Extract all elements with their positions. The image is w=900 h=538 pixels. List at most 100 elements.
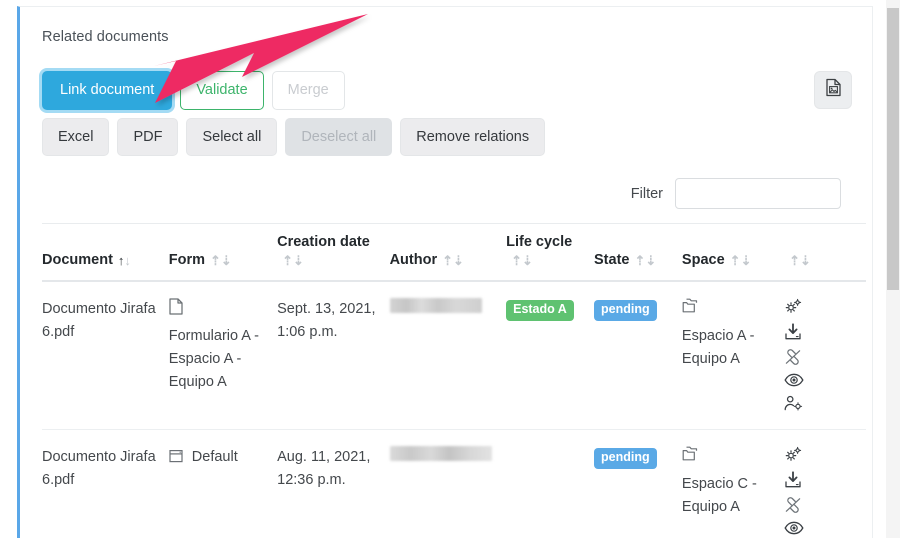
cell-author <box>389 281 507 431</box>
unlink-icon[interactable] <box>784 349 802 366</box>
export-report-button[interactable] <box>814 71 852 109</box>
eye-icon[interactable] <box>784 521 804 535</box>
sort-toggle-state[interactable]: ⇡⇣ <box>634 253 656 269</box>
cell-form: Formulario A - Espacio A - Equipo A <box>168 281 278 431</box>
column-label-space: Space <box>681 251 725 268</box>
validate-button[interactable]: Validate <box>180 71 264 110</box>
cell-space: Espacio C - Equipo A <box>681 429 785 538</box>
column-header-actions[interactable]: ⇡⇣ <box>784 223 866 283</box>
sort-asc-icon: ⇡ <box>789 252 801 268</box>
sort-asc-icon: ⇡ <box>729 252 741 268</box>
page-title: Related documents <box>42 29 169 45</box>
row-actions <box>784 298 860 411</box>
sort-asc-icon: ⇡ <box>210 252 221 268</box>
cell-life-cycle: Estado A <box>506 281 595 431</box>
sort-asc-icon: ⇡ <box>634 252 646 268</box>
filter-input[interactable] <box>675 178 841 209</box>
download-icon[interactable] <box>784 471 802 489</box>
link-document-button[interactable]: Link document <box>42 71 173 110</box>
space-label: Espacio C - Equipo A <box>681 476 757 516</box>
unlink-icon[interactable] <box>784 497 802 514</box>
sort-toggle-author[interactable]: ⇡⇣ <box>442 253 464 269</box>
cell-creation-date: Aug. 11, 2021, 12:36 p.m. <box>277 429 390 538</box>
cell-author <box>389 429 507 538</box>
merge-button: Merge <box>271 71 345 110</box>
select-all-button[interactable]: Select all <box>186 117 278 156</box>
pdf-button[interactable]: PDF <box>117 117 179 156</box>
column-label-creation-date: Creation date <box>277 234 370 250</box>
cell-document[interactable]: Documento Jirafa 6.pdf <box>42 281 169 431</box>
gears-icon[interactable] <box>784 298 803 315</box>
download-icon[interactable] <box>784 323 802 341</box>
screenshot-root: Related documents Link document Validate… <box>0 0 900 538</box>
cell-form: Default <box>168 429 278 538</box>
vertical-scrollbar-thumb[interactable] <box>887 8 899 290</box>
related-documents-panel: Related documents Link document Validate… <box>17 6 873 538</box>
sort-desc-icon: ⇣ <box>293 252 304 268</box>
form-label: Formulario A - Espacio A - Equipo A <box>168 328 260 391</box>
sort-toggle-document[interactable]: ↑↓ <box>118 253 131 269</box>
eye-icon[interactable] <box>784 373 804 387</box>
cell-state: pending <box>594 281 682 431</box>
table-row[interactable]: Documento Jirafa 6.pdf Formulario A - Es… <box>42 281 866 431</box>
sort-toggle-actions[interactable]: ⇡⇣ <box>789 253 811 269</box>
space-label: Espacio A - Equipo A <box>681 328 755 368</box>
user-settings-icon[interactable] <box>784 395 803 411</box>
sort-toggle-creation-date[interactable]: ⇡⇣ <box>282 253 304 269</box>
file-icon <box>169 298 271 323</box>
cell-actions <box>784 281 866 431</box>
sort-toggle-form[interactable]: ⇡⇣ <box>210 253 232 269</box>
column-header-creation-date[interactable]: Creation date ⇡⇣ <box>277 223 390 283</box>
column-label-life-cycle: Life cycle <box>506 234 573 250</box>
column-label-state: State <box>594 251 630 268</box>
sort-desc-icon: ⇣ <box>522 252 533 268</box>
sort-desc-icon: ⇣ <box>800 252 811 268</box>
table-header-row: Document ↑↓ Form ⇡⇣ Creation date⇡⇣ Author… <box>42 223 866 283</box>
table-row[interactable]: Documento Jirafa 6.pdf Default Aug. 11, … <box>42 429 866 538</box>
related-documents-table: Document ↑↓ Form ⇡⇣ Creation date⇡⇣ Author… <box>42 223 866 538</box>
remove-relations-button[interactable]: Remove relations <box>400 117 546 156</box>
sort-toggle-space[interactable]: ⇡⇣ <box>730 253 752 269</box>
column-label-form: Form <box>168 251 206 268</box>
column-header-space[interactable]: Space ⇡⇣ <box>681 223 785 283</box>
folder-icon <box>682 298 778 322</box>
form-label: Default <box>191 449 238 466</box>
table-body: Documento Jirafa 6.pdf Formulario A - Es… <box>42 281 866 538</box>
column-header-life-cycle[interactable]: Life cycle ⇡⇣ <box>506 223 595 283</box>
sort-desc-icon: ⇣ <box>645 252 657 268</box>
sort-desc-icon: ⇣ <box>220 252 232 268</box>
status-badge-state: pending <box>594 300 657 321</box>
template-icon <box>169 448 183 471</box>
column-header-form[interactable]: Form ⇡⇣ <box>168 223 278 283</box>
cell-life-cycle <box>506 429 595 538</box>
column-label-document: Document <box>42 251 113 268</box>
column-label-author: Author <box>389 251 438 268</box>
folder-icon <box>682 446 778 470</box>
deselect-all-button: Deselect all <box>285 117 393 156</box>
excel-button[interactable]: Excel <box>42 117 110 156</box>
status-badge-state: pending <box>594 448 657 469</box>
document-image-icon <box>825 78 842 102</box>
sort-asc-icon: ⇡ <box>282 252 294 268</box>
gears-icon[interactable] <box>784 446 803 463</box>
filter-row: Filter <box>42 178 852 209</box>
sort-toggle-life-cycle[interactable]: ⇡⇣ <box>511 253 533 269</box>
column-header-author[interactable]: Author ⇡⇣ <box>389 223 507 283</box>
author-redacted-block <box>389 298 482 314</box>
cell-document[interactable]: Documento Jirafa 6.pdf <box>42 429 169 538</box>
sort-desc-icon: ⇣ <box>740 252 752 268</box>
column-header-state[interactable]: State ⇡⇣ <box>594 223 682 283</box>
filter-label: Filter <box>630 185 663 202</box>
vertical-scrollbar-track[interactable] <box>886 0 900 538</box>
primary-toolbar: Link document Validate Merge <box>42 71 852 110</box>
cell-actions <box>784 429 866 538</box>
column-header-document[interactable]: Document ↑↓ <box>42 223 169 283</box>
cell-space: Espacio A - Equipo A <box>681 281 785 431</box>
author-redacted-block <box>389 446 492 462</box>
secondary-toolbar: Excel PDF Select all Deselect all Remove… <box>42 117 852 156</box>
cell-state: pending <box>594 429 682 538</box>
sort-asc-icon: ⇡ <box>442 252 453 268</box>
status-badge-life-cycle: Estado A <box>506 300 574 321</box>
row-actions <box>784 446 860 535</box>
cell-creation-date: Sept. 13, 2021, 1:06 p.m. <box>277 281 390 431</box>
